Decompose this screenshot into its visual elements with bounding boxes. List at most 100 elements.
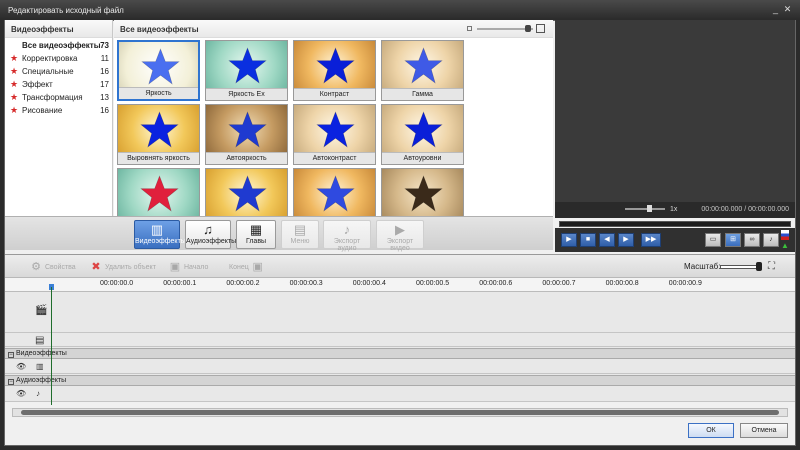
end-marker-icon: ▣ bbox=[252, 261, 263, 273]
category-label: Корректировка bbox=[22, 54, 78, 63]
star-icon bbox=[228, 47, 267, 84]
small-thumbnail-icon[interactable] bbox=[467, 26, 472, 31]
effect-tile[interactable]: Гамма bbox=[381, 40, 464, 101]
audio-toggle-button[interactable]: ♪ bbox=[763, 233, 779, 247]
start-marker-icon: ▣ bbox=[169, 261, 181, 273]
fit-to-window-icon[interactable]: ⛶ bbox=[768, 261, 779, 272]
close-icon[interactable]: ✕ bbox=[782, 4, 793, 15]
category-count: 11 bbox=[100, 54, 109, 63]
fullscreen-button[interactable]: ▶▶ bbox=[641, 233, 661, 247]
category-item[interactable]: ★ Корректировка 11 bbox=[5, 52, 112, 65]
effect-tile[interactable]: Автоконтраст bbox=[293, 104, 376, 165]
timeline-scroll-thumb[interactable] bbox=[21, 410, 779, 415]
dialog-footer bbox=[5, 418, 795, 445]
eye-icon[interactable]: 👁 bbox=[16, 389, 26, 398]
tab-icon: ♪ bbox=[343, 222, 351, 237]
category-label: Трансформация bbox=[22, 93, 83, 102]
delete-object-label: Удалить объект bbox=[104, 263, 156, 271]
ruler-tick: 00:00:00.2 bbox=[226, 280, 260, 287]
tab-0[interactable]: ▥ Видеоэффекты bbox=[134, 220, 186, 249]
audio-effects-group-label: Аудиоэффекты bbox=[16, 377, 67, 384]
category-item[interactable]: ★ Рисование 16 bbox=[5, 104, 112, 117]
scale-label: Масштаб: bbox=[684, 262, 721, 271]
effect-tile[interactable] bbox=[117, 168, 200, 216]
star-icon bbox=[140, 111, 179, 148]
split-view-button[interactable]: ⊞ bbox=[725, 233, 741, 247]
star-icon bbox=[228, 111, 267, 148]
star-icon bbox=[404, 175, 443, 212]
properties-button[interactable]: ⚙ Свойства bbox=[29, 260, 76, 274]
star-icon bbox=[141, 48, 180, 85]
effect-label: Автоуровни bbox=[382, 152, 463, 164]
timeline-ruler[interactable]: 00:00:00.0 00:00:00.1 00:00:00.2 00:00:00.3… bbox=[5, 278, 795, 292]
effect-tile[interactable] bbox=[205, 168, 288, 216]
category-item[interactable]: Все видеоэффекты 73 bbox=[5, 39, 112, 52]
category-label: Специальные bbox=[22, 67, 74, 76]
track-divider bbox=[5, 401, 795, 402]
tab-label: Меню bbox=[290, 238, 310, 245]
next-frame-button[interactable]: ▶ bbox=[618, 233, 634, 247]
effect-tile[interactable]: Автояркость bbox=[205, 104, 288, 165]
video-effects-group-header[interactable]: − Видеоэффекты bbox=[5, 348, 795, 359]
category-count: 16 bbox=[100, 106, 109, 115]
volume-track[interactable] bbox=[625, 208, 665, 210]
timeline-scrollbar[interactable] bbox=[12, 408, 788, 417]
star-icon bbox=[316, 175, 355, 212]
video-preview bbox=[555, 20, 795, 202]
effect-tile[interactable]: Яркость bbox=[117, 40, 200, 101]
collapse-icon[interactable]: − bbox=[8, 379, 14, 385]
category-item[interactable]: ★ Специальные 16 bbox=[5, 65, 112, 78]
play-button[interactable]: ▶ bbox=[561, 233, 577, 247]
cancel-button[interactable]: Отмена bbox=[740, 423, 788, 438]
volume-knob[interactable] bbox=[647, 205, 652, 212]
category-count: 73 bbox=[100, 41, 109, 50]
category-item[interactable]: ★ Трансформация 13 bbox=[5, 91, 112, 104]
effect-tile[interactable]: Контраст bbox=[293, 40, 376, 101]
end-button[interactable]: Конец ▣ bbox=[229, 260, 265, 274]
playhead-line[interactable] bbox=[51, 287, 52, 405]
link-button[interactable]: ∞ bbox=[744, 233, 760, 247]
large-thumbnail-icon[interactable] bbox=[536, 24, 545, 33]
effect-tile[interactable] bbox=[293, 168, 376, 216]
effect-tile[interactable]: Яркость Ex bbox=[205, 40, 288, 101]
effects-gallery: Все видеоэффекты Яркость Яркость Ex Контра… bbox=[114, 20, 553, 216]
previous-frame-button[interactable]: ◀ bbox=[599, 233, 615, 247]
category-header: Видеоэффекты bbox=[5, 20, 112, 38]
level-up-icon: ▲ bbox=[781, 241, 789, 250]
star-icon bbox=[404, 47, 443, 84]
track-divider bbox=[5, 346, 795, 347]
tab-label: Видеоэффекты bbox=[135, 238, 186, 245]
tab-3[interactable]: ▤ Меню bbox=[281, 220, 319, 249]
language-flag-icon[interactable] bbox=[781, 230, 789, 240]
tab-5[interactable]: ▶ Экспорт видео bbox=[376, 220, 424, 252]
collapse-icon[interactable]: − bbox=[8, 352, 14, 358]
thumbnail-size-knob[interactable] bbox=[525, 25, 531, 32]
thumbnail-size-slider[interactable] bbox=[467, 24, 545, 34]
snapshot-button[interactable]: ▭ bbox=[705, 233, 721, 247]
tab-label: Экспорт видео bbox=[386, 238, 414, 252]
category-item[interactable]: ★ Эффект 17 bbox=[5, 78, 112, 91]
effect-tile[interactable]: Автоуровни bbox=[381, 104, 464, 165]
effects-tab-bar: ▥ Видеоэффекты ♫ Аудиоэффекты ▦ Главы ▤ Меню ♪ Эк… bbox=[5, 216, 553, 252]
scale-knob[interactable] bbox=[756, 262, 762, 271]
properties-label: Свойства bbox=[44, 263, 76, 271]
effect-tile[interactable] bbox=[381, 168, 464, 216]
ok-button[interactable]: ОК bbox=[688, 423, 734, 438]
star-icon: ★ bbox=[10, 105, 19, 115]
preview-progress-bar[interactable] bbox=[559, 221, 791, 227]
audio-effects-group-header[interactable]: − Аудиоэффекты bbox=[5, 375, 795, 386]
effect-tile[interactable]: Выровнять яркость bbox=[117, 104, 200, 165]
stop-button[interactable]: ■ bbox=[580, 233, 596, 247]
track-divider bbox=[5, 332, 795, 333]
gear-icon: ⚙ bbox=[31, 261, 41, 273]
tab-4[interactable]: ♪ Экспорт аудио bbox=[323, 220, 371, 252]
film-icon: ▥ bbox=[36, 362, 44, 371]
preview-status-bar: 1x 00:00:00.000 / 00:00:00.000 bbox=[555, 202, 795, 218]
eye-icon[interactable]: 👁 bbox=[16, 362, 26, 371]
tab-1[interactable]: ♫ Аудиоэффекты bbox=[185, 220, 236, 249]
tab-2[interactable]: ▦ Главы bbox=[236, 220, 276, 249]
star-icon: ★ bbox=[10, 79, 19, 89]
start-button[interactable]: ▣ Начало bbox=[168, 260, 209, 274]
minimize-icon[interactable]: _ bbox=[770, 4, 781, 15]
delete-object-button[interactable]: ✖ Удалить объект bbox=[89, 260, 156, 274]
